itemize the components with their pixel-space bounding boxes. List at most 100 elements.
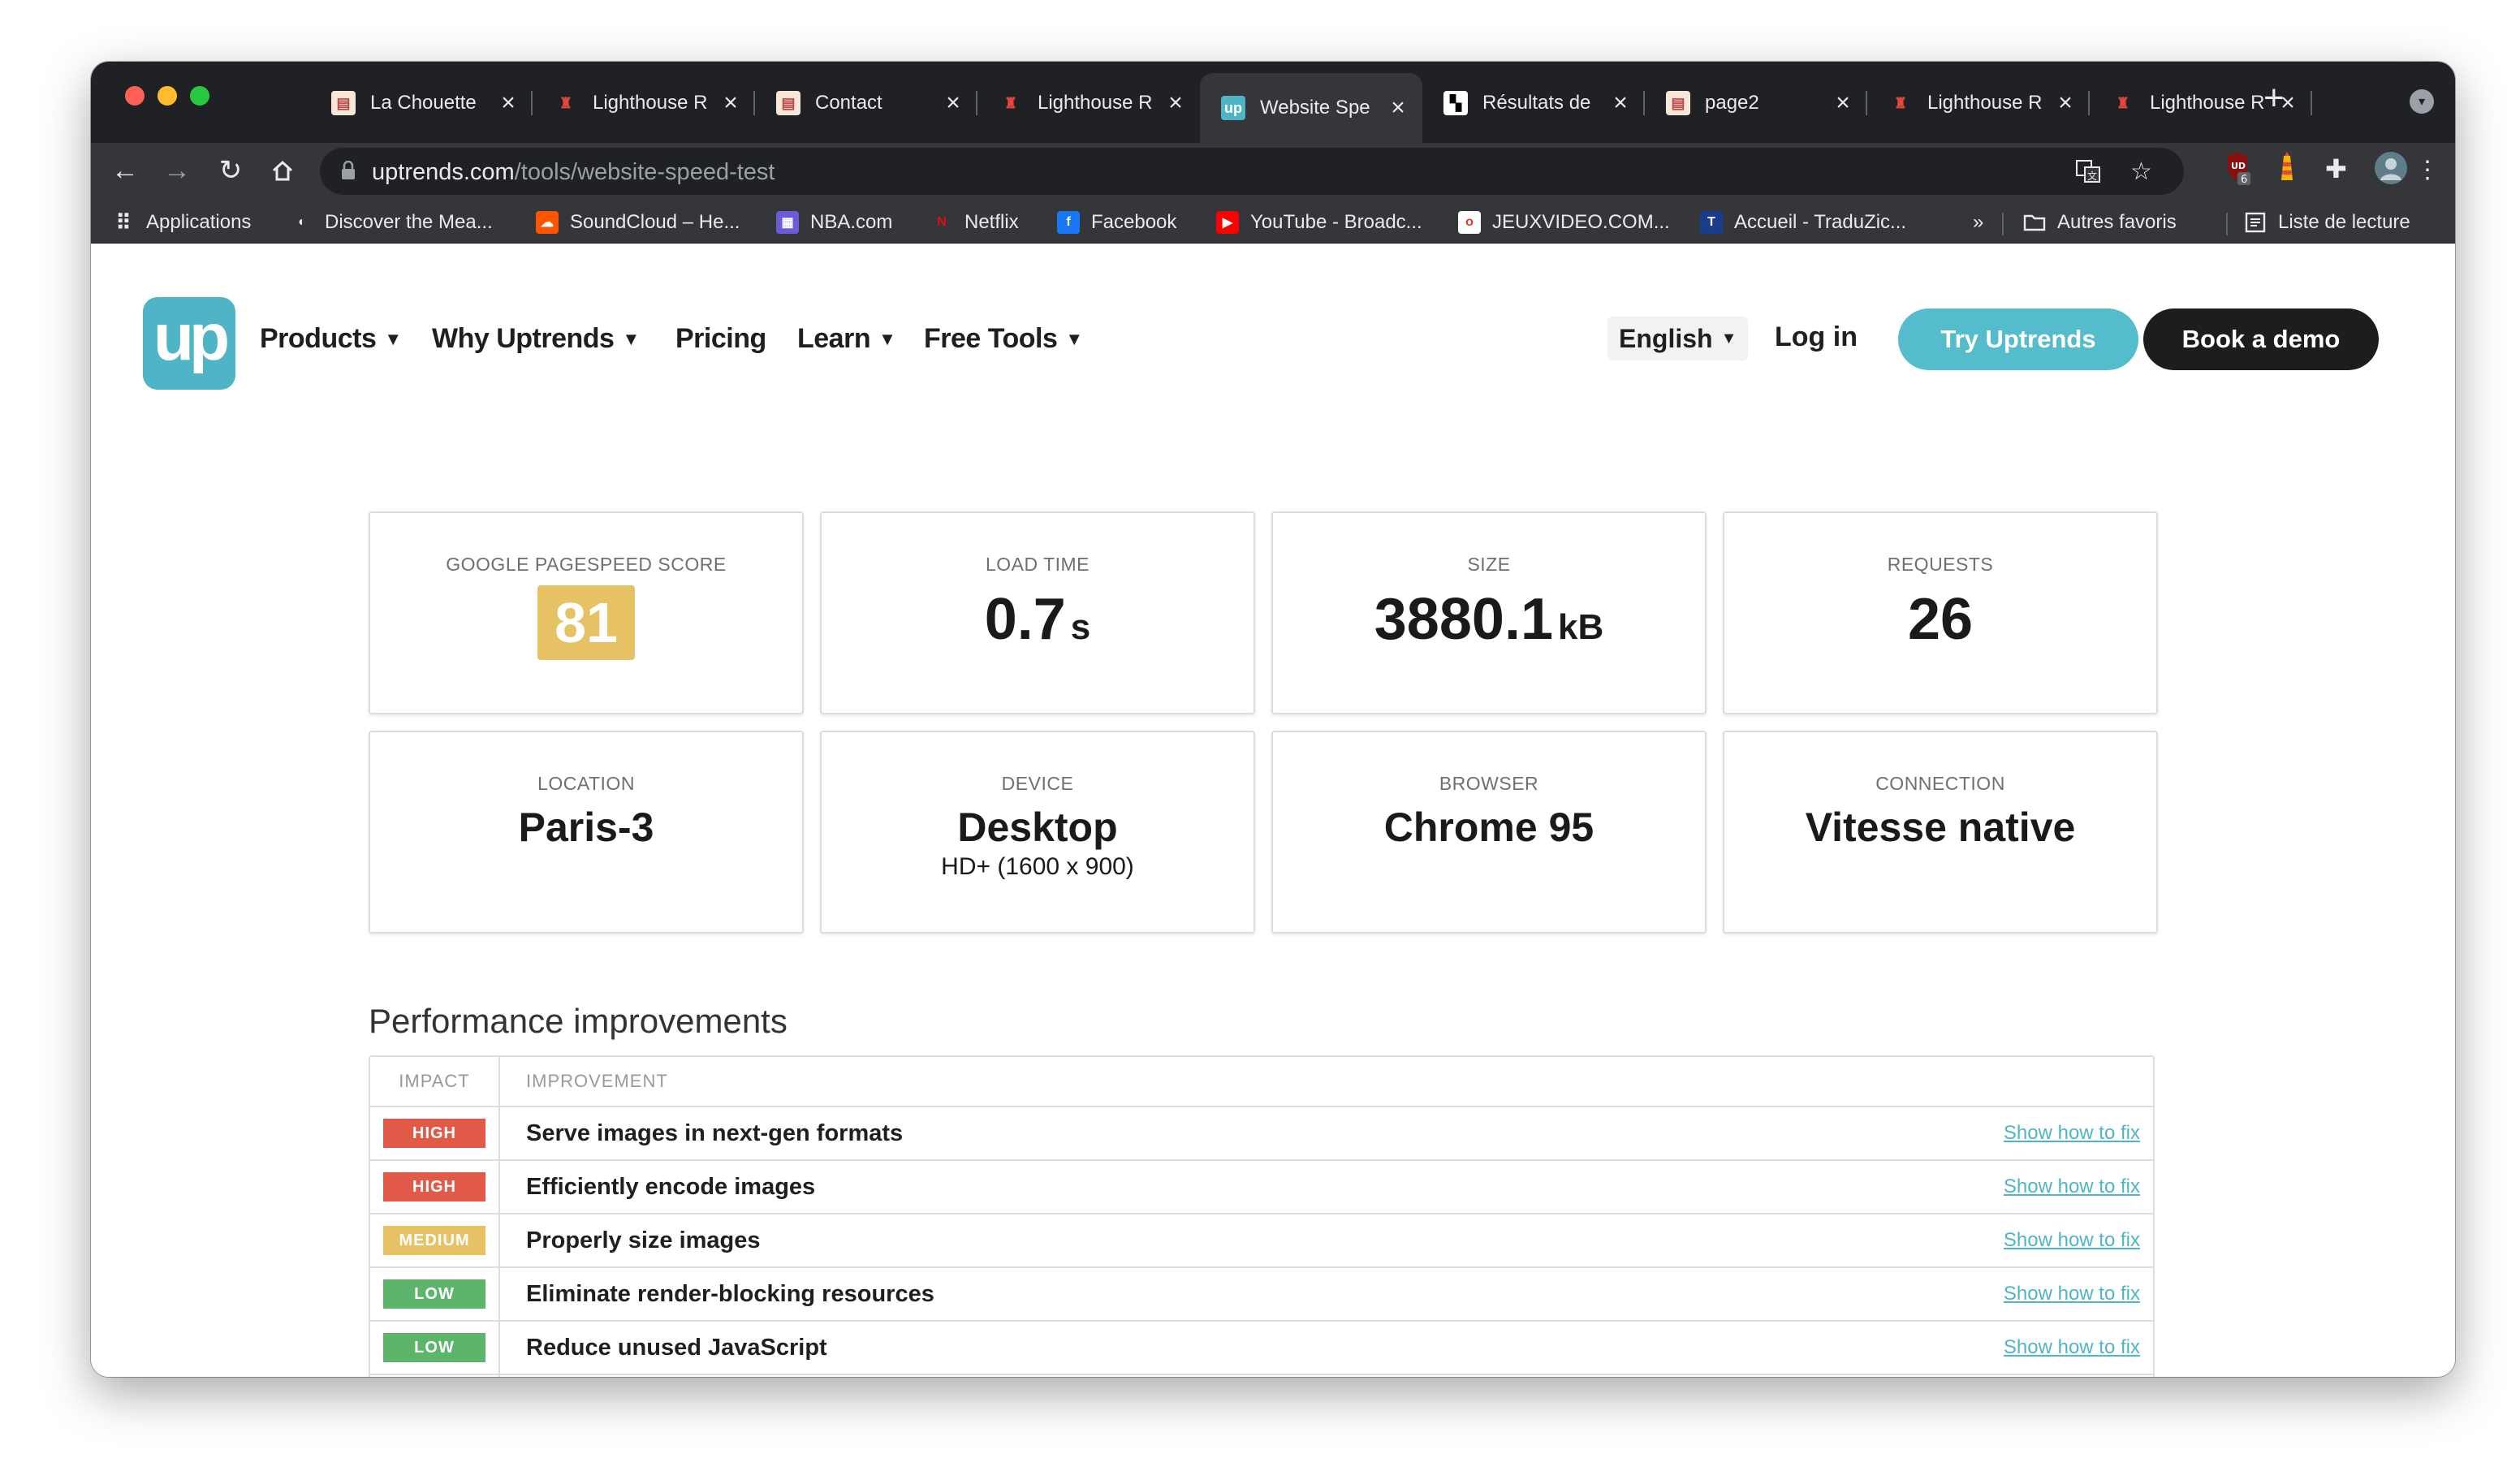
browser-tab[interactable]: ♜ Lighthouse R × — [1867, 75, 2090, 132]
lock-icon — [342, 161, 355, 179]
nav-item-why-uptrends[interactable]: Why Uptrends ▼ — [432, 323, 640, 355]
browser-tab[interactable]: ▤ page2 × — [1645, 75, 1867, 132]
close-tab-icon[interactable]: × — [497, 89, 520, 117]
table-row: LOW Reduce unused JavaScript Show how to f… — [370, 1322, 2153, 1375]
browser-tab[interactable]: ♜ Lighthouse R × — [977, 75, 1200, 132]
tab-bar: ▤ La Chouette × ♜ Lighthouse R × ▤ Contact × ♜ Lig… — [91, 62, 2455, 143]
bookmark-label: NBA.com — [810, 211, 893, 233]
device-card: DEVICE Desktop HD+ (1600 x 900) — [820, 731, 1255, 934]
home-icon[interactable] — [265, 153, 300, 188]
table-row: LOWMinify JavaScriptShow how to fix — [370, 1375, 2153, 1377]
browser-menu-icon[interactable]: ⋮ — [2410, 153, 2445, 188]
size-card: SIZE 3880.1 kB — [1271, 511, 1707, 714]
bookmark-item[interactable]: ◐ Discover the Mea... — [291, 208, 493, 237]
zoom-window-button[interactable] — [190, 86, 209, 106]
improvements-table: IMPACT IMPROVEMENT HIGH Serve images in n… — [369, 1055, 2155, 1377]
close-tab-icon[interactable]: × — [1609, 89, 1632, 117]
bookmark-label: YouTube - Broadc... — [1250, 211, 1422, 233]
address-bar[interactable]: uptrends.com/tools/website-speed-test 文 … — [320, 148, 2184, 195]
load-time-value: 0.7 s — [984, 587, 1091, 652]
profile-avatar-icon[interactable] — [2374, 151, 2407, 187]
back-icon[interactable]: ← — [107, 153, 143, 188]
close-tab-icon[interactable]: × — [2054, 89, 2077, 117]
login-link[interactable]: Log in — [1775, 321, 1858, 353]
bookmarks-overflow-icon[interactable]: » — [1973, 208, 1983, 237]
try-uptrends-button[interactable]: Try Uptrends — [1898, 308, 2138, 370]
lighthouse-extension-icon[interactable] — [2275, 151, 2307, 187]
reading-list-label: Liste de lecture — [2278, 211, 2410, 233]
tab-title: Résultats de — [1482, 92, 1591, 114]
browser-tab[interactable]: up Website Spe × — [1200, 73, 1422, 143]
browser-toolbar: ← → ↻ uptrends.com/tools/website-speed-t… — [91, 143, 2455, 201]
bookmark-item[interactable]: o JEUXVIDEO.COM... — [1458, 208, 1670, 237]
column-header-impact: IMPACT — [370, 1057, 500, 1106]
show-how-to-fix-link[interactable]: Show how to fix — [2004, 1107, 2153, 1159]
facebook-icon: f — [1057, 211, 1080, 234]
svg-text:UD: UD — [2231, 161, 2246, 171]
show-how-to-fix-link[interactable]: Show how to fix — [2004, 1375, 2153, 1377]
close-window-button[interactable] — [125, 86, 145, 106]
browser-tab[interactable]: ▤ Contact × — [755, 75, 977, 132]
bookmark-item[interactable]: f Facebook — [1057, 208, 1176, 237]
load-time-card: LOAD TIME 0.7 s — [820, 511, 1255, 714]
bookmark-item[interactable]: ⠿ Applications — [112, 208, 251, 237]
lighthouse-icon: ♜ — [2116, 94, 2130, 111]
browser-card: BROWSER Chrome 95 — [1271, 731, 1707, 934]
tab-search-icon[interactable]: ▾ — [2410, 89, 2434, 114]
minimize-window-button[interactable] — [158, 86, 177, 106]
bookmark-star-icon[interactable]: ☆ — [2130, 157, 2152, 186]
other-bookmarks-label: Autres favoris — [2057, 211, 2177, 233]
extensions-puzzle-icon[interactable]: ✚ — [2325, 151, 2358, 187]
nav-item-free-tools[interactable]: Free Tools ▼ — [924, 323, 1083, 355]
show-how-to-fix-link[interactable]: Show how to fix — [2004, 1322, 2153, 1374]
nav-item-pricing[interactable]: Pricing — [675, 323, 766, 355]
close-tab-icon[interactable]: × — [1832, 89, 1854, 117]
close-tab-icon[interactable]: × — [942, 89, 964, 117]
ublock-extension-icon[interactable]: UD 6 — [2223, 151, 2255, 187]
reading-list-button[interactable]: Liste de lecture — [2244, 208, 2410, 237]
table-header: IMPACT IMPROVEMENT — [370, 1057, 2153, 1107]
browser-tab[interactable]: ▤ La Chouette × — [310, 75, 533, 132]
svg-text:6: 6 — [2241, 174, 2247, 186]
improvement-text: Serve images in next-gen formats — [526, 1119, 904, 1146]
nav-item-learn[interactable]: Learn ▼ — [797, 323, 896, 355]
close-tab-icon[interactable]: × — [1387, 94, 1409, 122]
bookmark-item[interactable]: ▦ NBA.com — [776, 208, 892, 237]
close-tab-icon[interactable]: × — [719, 89, 742, 117]
nav-label: Free Tools — [924, 323, 1058, 354]
close-tab-icon[interactable]: × — [1164, 89, 1187, 117]
bookmark-label: Facebook — [1091, 211, 1177, 233]
show-how-to-fix-link[interactable]: Show how to fix — [2004, 1268, 2153, 1320]
other-bookmarks-folder[interactable]: Autres favoris — [2023, 208, 2177, 237]
nav-label: Pricing — [675, 323, 766, 354]
requests-card: REQUESTS 26 — [1723, 511, 2158, 714]
card-label: LOAD TIME — [985, 554, 1090, 575]
bookmark-item[interactable]: ▶ YouTube - Broadc... — [1216, 208, 1422, 237]
table-row: HIGH Efficiently encode images Show how to… — [370, 1161, 2153, 1214]
reload-icon[interactable]: ↻ — [213, 153, 248, 188]
browser-tab[interactable]: ♜ Lighthouse R × — [533, 75, 755, 132]
netflix-icon: N — [937, 215, 947, 229]
translate-icon[interactable]: 文 — [2075, 157, 2101, 190]
doc-icon: ▤ — [331, 91, 356, 115]
bookmarks-divider — [2002, 213, 2004, 235]
language-selector[interactable]: English ▼ — [1607, 317, 1749, 360]
bookmark-item[interactable]: T Accueil - TraduZic... — [1700, 208, 1906, 237]
bookmark-item[interactable]: ☁ SoundCloud – He... — [536, 208, 740, 237]
forward-icon[interactable]: → — [159, 153, 195, 188]
show-how-to-fix-link[interactable]: Show how to fix — [2004, 1214, 2153, 1266]
uptrends-logo[interactable]: up — [143, 297, 235, 390]
show-how-to-fix-link[interactable]: Show how to fix — [2004, 1161, 2153, 1213]
table-row: LOW Eliminate render-blocking resources Sh… — [370, 1268, 2153, 1322]
book-demo-button[interactable]: Book a demo — [2143, 308, 2379, 370]
nav-item-products[interactable]: Products ▼ — [260, 323, 402, 355]
bookmark-item[interactable]: N Netflix — [930, 208, 1018, 237]
browser-tab[interactable]: ▚ Résultats de × — [1422, 75, 1645, 132]
card-label: DEVICE — [1001, 773, 1074, 794]
impact-badge: LOW — [383, 1333, 485, 1362]
new-tab-button[interactable]: + — [2263, 78, 2285, 119]
svg-text:文: 文 — [2087, 170, 2097, 182]
card-label: CONNECTION — [1875, 773, 2005, 794]
tab-title: Lighthouse R — [2150, 92, 2265, 114]
url-text: uptrends.com/tools/website-speed-test — [372, 159, 775, 185]
